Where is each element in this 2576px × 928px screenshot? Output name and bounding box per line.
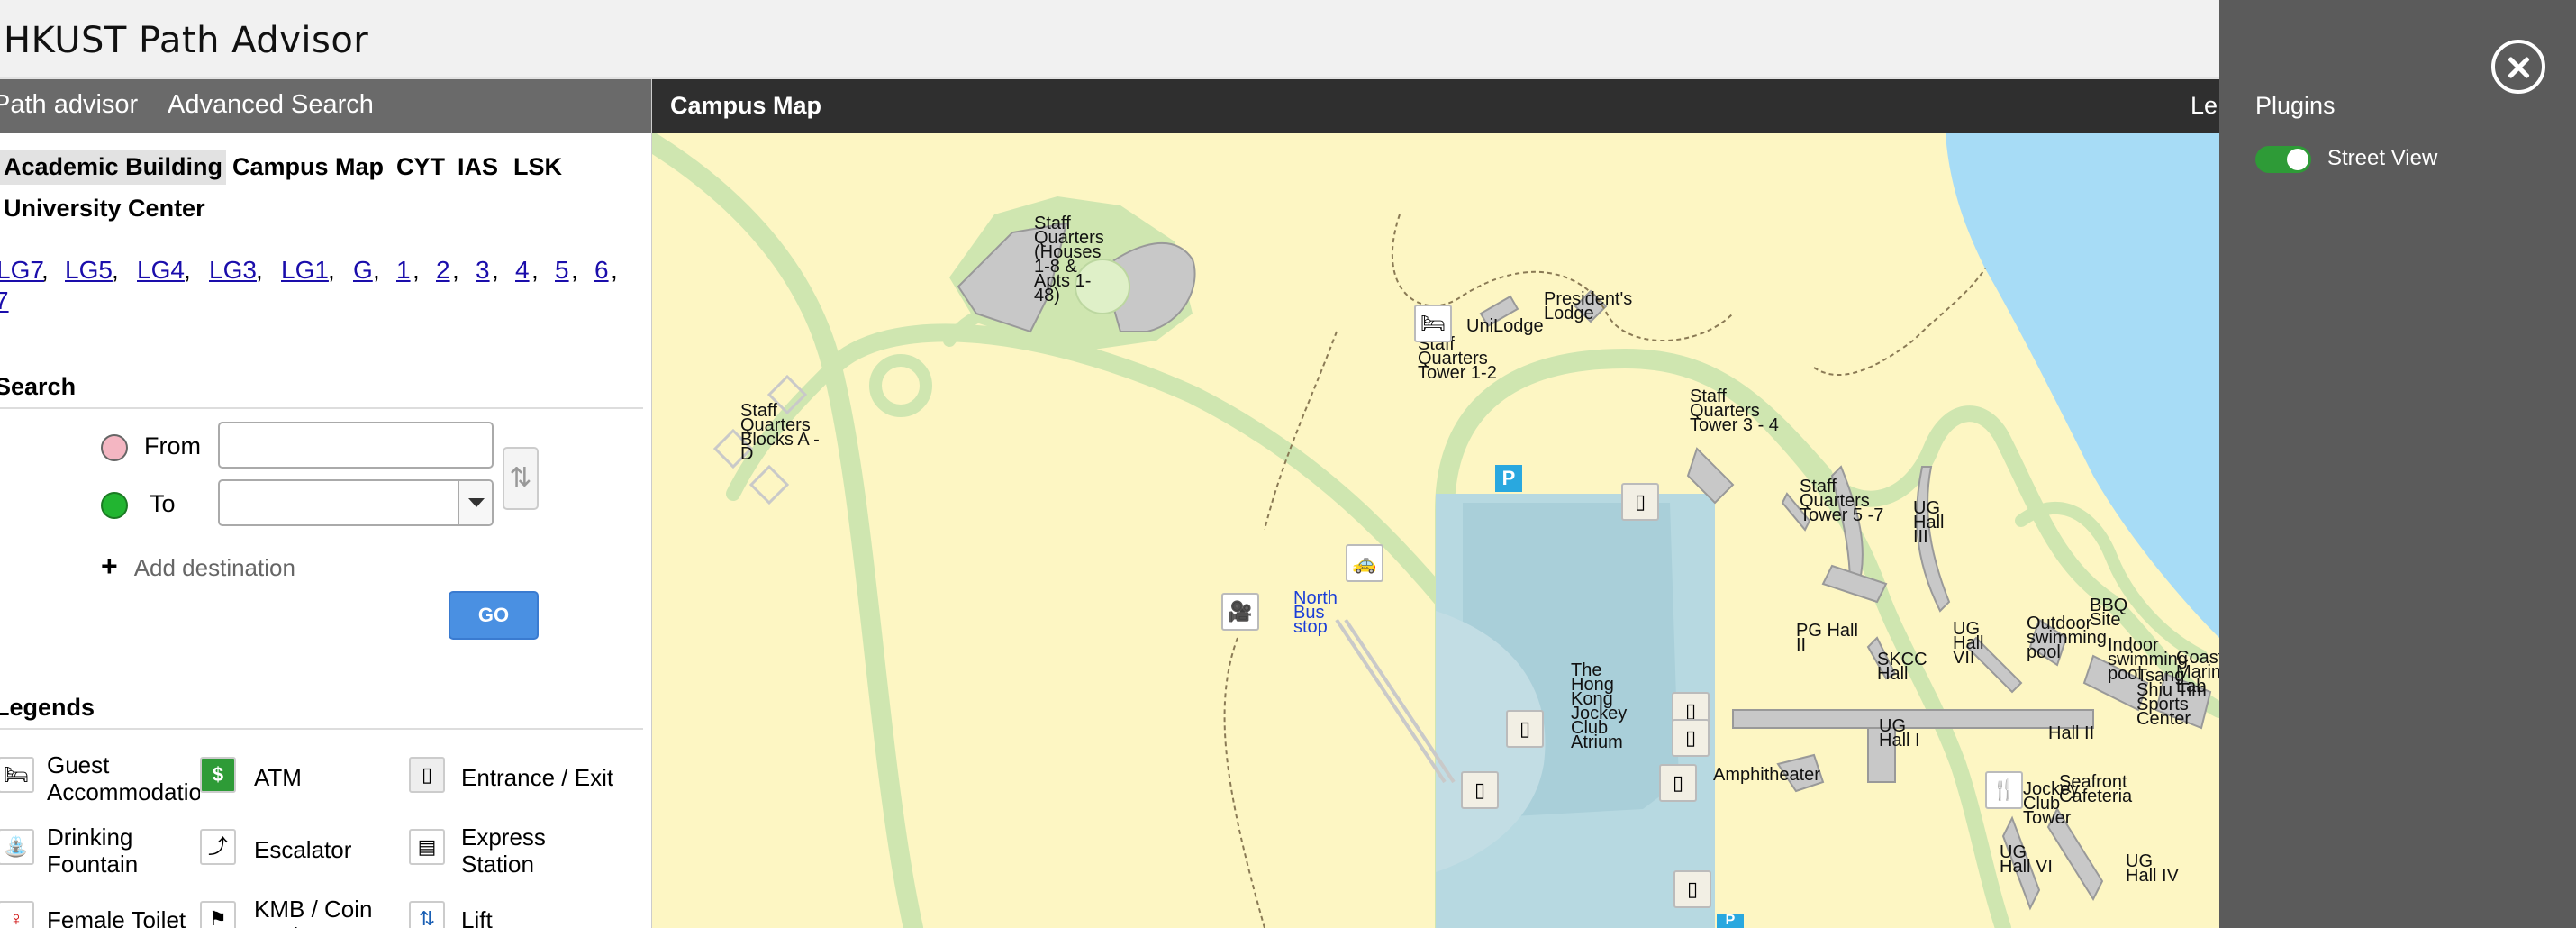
bed-icon: 🛏 xyxy=(0,757,34,793)
map-label-presidents-lodge: President's Lodge xyxy=(1544,289,1633,323)
floor-link[interactable]: LG3 xyxy=(209,256,257,285)
plugins-title: Plugins xyxy=(2255,92,2336,119)
map-label-ug-hall-iii: UG Hall III xyxy=(1913,498,1945,547)
video-camera-icon[interactable]: 🎥 xyxy=(1221,593,1259,631)
tab-lsk[interactable]: LSK xyxy=(510,150,566,185)
map-label-skcc-hall: SKCC Hall xyxy=(1877,650,1927,684)
floor-link[interactable]: 6 xyxy=(594,256,609,285)
map-label-staff-quarters-houses: Staff Quarters (Houses 1-8 & Apts 1-48) xyxy=(1034,214,1104,305)
map-title: Campus Map xyxy=(670,92,822,119)
map-area[interactable]: Campus Map Le Staff Quarters (Houses 1-8… xyxy=(652,79,2219,928)
floor-link[interactable]: LG7 xyxy=(0,256,44,285)
street-view-toggle[interactable] xyxy=(2255,146,2311,173)
go-button[interactable]: GO xyxy=(449,591,539,640)
street-view-label: Street View xyxy=(2327,146,2438,170)
tab-academic-building[interactable]: Academic Building xyxy=(0,150,227,185)
floor-link[interactable]: 7 xyxy=(0,287,9,315)
floor-link[interactable]: LG1 xyxy=(281,256,329,285)
map-label-unilodge: UniLodge xyxy=(1466,316,1544,336)
map-label-bbq-site: BBQ Site xyxy=(2090,596,2128,630)
search-title: Search xyxy=(0,373,77,400)
map-toolbar-legend-link[interactable]: Le xyxy=(2191,92,2218,120)
floor-link[interactable]: 5 xyxy=(555,256,569,285)
legends-divider xyxy=(0,728,643,730)
entrance-exit-icon[interactable]: ▯ xyxy=(1659,764,1697,802)
guest-accommodation-marker-icon[interactable]: 🛏 xyxy=(1414,305,1452,342)
campus-map-canvas[interactable]: Staff Quarters (Houses 1-8 & Apts 1-48) … xyxy=(652,133,2219,928)
to-marker-icon xyxy=(101,492,128,519)
lift-icon: ⇅ xyxy=(409,901,445,928)
map-label-sq-tower-3-4: Staff Quarters Tower 3 - 4 xyxy=(1690,387,1779,435)
floor-link[interactable]: LG5 xyxy=(65,256,113,285)
floor-link[interactable]: 3 xyxy=(476,256,490,285)
entrance-exit-icon[interactable]: ▯ xyxy=(1621,483,1659,521)
floor-link[interactable]: 1 xyxy=(396,256,411,285)
chevron-down-icon[interactable] xyxy=(458,481,492,524)
door-icon: ▯ xyxy=(409,757,445,793)
tab-university-center[interactable]: University Center xyxy=(0,191,209,226)
nav-advanced-search[interactable]: Advanced Search xyxy=(168,90,374,120)
app-header: HKUST Path Advisor xyxy=(0,0,2219,79)
left-panel: Path advisor Advanced Search Academic Bu… xyxy=(0,79,652,928)
map-label-pg-hall-ii: PG Hall II xyxy=(1796,621,1858,655)
legends-title: Legends xyxy=(0,694,95,721)
entrance-exit-icon[interactable]: ▯ xyxy=(1506,710,1544,748)
atm-icon: $ xyxy=(200,757,236,793)
map-label-ug-hall-i: UG Hall I xyxy=(1879,716,1920,751)
floor-link[interactable]: G xyxy=(353,256,373,285)
kmb-icon: ⚑ xyxy=(200,901,236,928)
nav-path-advisor[interactable]: Path advisor xyxy=(0,90,138,120)
from-marker-icon xyxy=(101,434,128,461)
add-destination-button[interactable]: + Add destination xyxy=(101,550,295,583)
map-label-ug-hall-vi: UG Hall VI xyxy=(2000,842,2053,877)
app-title: HKUST Path Advisor xyxy=(4,20,369,61)
toggle-knob xyxy=(2287,149,2308,170)
escalator-icon: ⤴ xyxy=(200,829,236,865)
floor-link[interactable]: 4 xyxy=(515,256,530,285)
floor-link[interactable]: LG4 xyxy=(137,256,185,285)
parking-icon[interactable]: P xyxy=(1717,914,1744,928)
plugins-panel: Plugins Street View xyxy=(2219,0,2576,928)
from-label: From xyxy=(144,432,201,459)
from-input[interactable] xyxy=(218,422,494,469)
map-label-sq-tower-1-2: Staff Quarters Tower 1-2 xyxy=(1418,334,1497,383)
fountain-icon: ⛲ xyxy=(0,829,34,865)
search-divider xyxy=(0,407,643,409)
tab-cyt[interactable]: CYT xyxy=(393,150,449,185)
entrance-exit-icon[interactable]: ▯ xyxy=(1672,719,1710,757)
taxi-icon[interactable]: 🚕 xyxy=(1346,544,1383,582)
entrance-exit-icon[interactable]: ▯ xyxy=(1461,771,1499,809)
tab-ias[interactable]: IAS xyxy=(454,150,502,185)
express-station-icon: ▤ xyxy=(409,829,445,865)
map-label-ug-hall-vii: UG Hall VII xyxy=(1953,619,1984,668)
map-label-ug-hall-iv: UG Hall IV xyxy=(2126,851,2179,886)
entrance-exit-icon[interactable]: ▯ xyxy=(1673,870,1711,908)
map-label-staff-quarters-blocks: Staff Quarters Blocks A - D xyxy=(740,401,820,464)
map-label-seafront-cafeteria: Seafront Cafeteria xyxy=(2059,772,2133,806)
tab-campus-map[interactable]: Campus Map xyxy=(229,150,387,185)
map-label-amphitheater: Amphitheater xyxy=(1713,765,1820,785)
to-select[interactable] xyxy=(218,479,494,526)
map-label-sq-tower-5-7: Staff Quarters Tower 5 -7 xyxy=(1800,477,1884,525)
swap-button[interactable]: ⇅ xyxy=(503,447,539,510)
map-label-coastal-marine-lab: Coastal Marine Lab xyxy=(2176,651,2219,694)
plus-icon: + xyxy=(101,550,118,582)
map-label-hall-ii: Hall II xyxy=(2048,723,2095,743)
map-label-north-bus-stop[interactable]: North Bus stop xyxy=(1293,589,1356,636)
close-icon[interactable] xyxy=(2491,40,2545,94)
campus-map-svg xyxy=(652,133,2219,928)
female-toilet-icon: ♀ xyxy=(0,901,34,928)
floor-link[interactable]: 2 xyxy=(436,256,450,285)
to-label: To xyxy=(150,490,176,517)
left-nav: Path advisor Advanced Search xyxy=(0,79,651,133)
map-toolbar: Campus Map Le xyxy=(652,79,2219,133)
restaurant-icon[interactable]: 🍴 xyxy=(1985,771,2023,809)
map-label-atrium: The Hong Kong Jockey Club Atrium xyxy=(1571,660,1628,752)
parking-icon[interactable]: P xyxy=(1495,465,1522,492)
